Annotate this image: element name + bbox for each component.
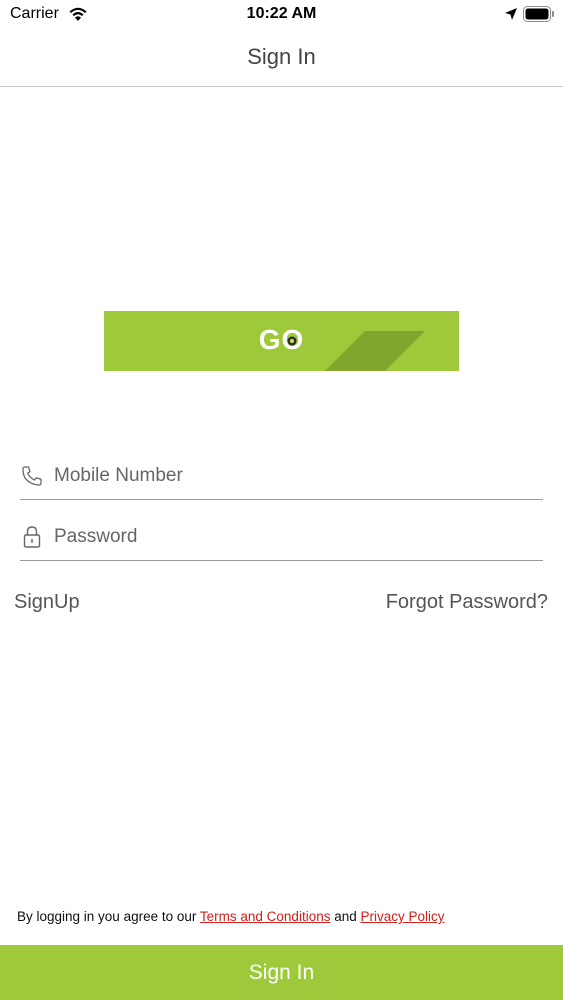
agreement-joiner: and (330, 909, 361, 924)
password-input[interactable] (54, 521, 534, 553)
clock-time: 10:22 AM (246, 5, 317, 22)
nav-bar: Sign In (0, 30, 563, 87)
page-title: Sign In (247, 44, 316, 69)
mobile-number-input[interactable] (54, 460, 534, 492)
terms-and-conditions-link[interactable]: Terms and Conditions (200, 909, 331, 924)
status-bar: Carrier 10:22 AM (0, 0, 563, 30)
password-field (20, 513, 543, 561)
go-logo: GO (104, 311, 459, 371)
forgot-password-link[interactable]: Forgot Password? (386, 591, 548, 614)
phone-icon (22, 466, 42, 486)
agreement-prefix: By logging in you agree to our (17, 909, 200, 924)
lock-icon (23, 526, 41, 548)
sign-in-button[interactable]: Sign In (0, 945, 563, 1000)
location-arrow-icon (505, 8, 517, 20)
signup-link[interactable]: SignUp (14, 591, 80, 614)
logo-text: GO (258, 324, 305, 355)
battery-icon (523, 6, 554, 22)
sign-in-screen: Carrier 10:22 AM Sign In GO Mobile Numbe… (0, 0, 563, 1000)
mobile-number-field (20, 452, 543, 500)
privacy-policy-link[interactable]: Privacy Policy (361, 909, 445, 924)
agreement-text: By logging in you agree to our Terms and… (17, 909, 445, 924)
